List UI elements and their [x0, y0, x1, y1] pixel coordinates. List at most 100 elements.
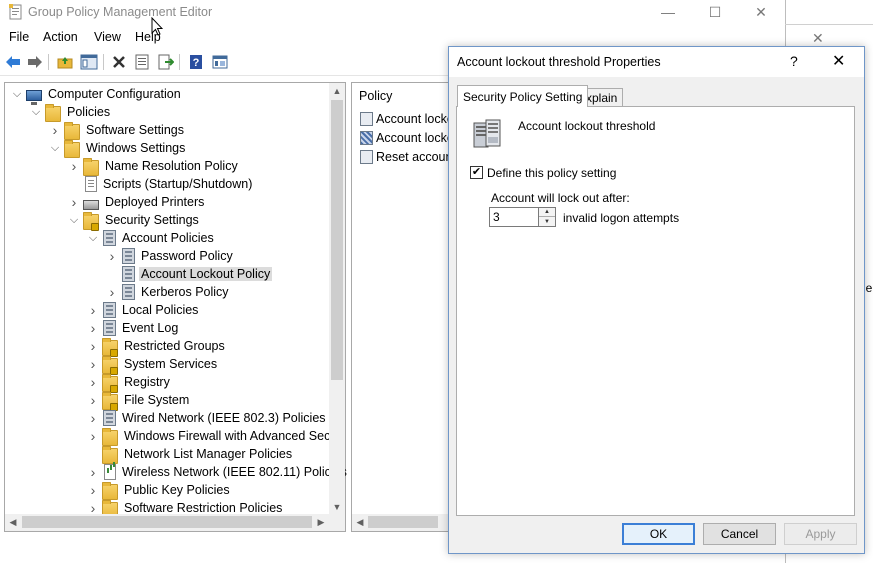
tree-item-label: Computer Configuration	[48, 87, 181, 101]
policy-icon	[103, 230, 116, 246]
collapsed-chevron-icon[interactable]: ›	[68, 193, 80, 211]
expanded-chevron-icon[interactable]: ⌵	[30, 103, 42, 121]
background-close-icon[interactable]: ✕	[812, 30, 824, 47]
lockout-threshold-input[interactable]	[489, 207, 539, 227]
tree-horizontal-scroll-thumb[interactable]	[22, 516, 312, 528]
ok-button[interactable]: OK	[622, 523, 695, 545]
tree-item[interactable]: › Windows Firewall with Advanced Secur	[87, 427, 343, 446]
tree-item-label: Scripts (Startup/Shutdown)	[103, 177, 253, 191]
collapsed-chevron-icon[interactable]: ›	[87, 319, 99, 337]
tree-item[interactable]: › Password Policy	[106, 247, 235, 265]
no-chevron-spacer	[87, 445, 99, 463]
tree-item[interactable]: › Restricted Groups	[87, 337, 227, 357]
properties-icon[interactable]	[132, 52, 152, 72]
spin-up-icon[interactable]: ▲	[539, 208, 555, 217]
tree-item[interactable]: › Local Policies	[87, 301, 200, 319]
define-policy-checkbox[interactable]: ✔	[470, 166, 483, 179]
define-policy-label[interactable]: Define this policy setting	[487, 166, 616, 180]
spin-down-icon[interactable]: ▼	[539, 217, 555, 226]
tree-vertical-scroll-thumb[interactable]	[331, 100, 343, 380]
tree-item[interactable]: Network List Manager Policies	[87, 445, 294, 464]
collapsed-chevron-icon[interactable]: ›	[106, 247, 118, 265]
collapsed-chevron-icon[interactable]: ›	[87, 355, 99, 373]
show-tree-icon[interactable]	[79, 52, 99, 72]
delete-icon[interactable]	[109, 52, 129, 72]
tree-item[interactable]: ⌵ Windows Settings	[49, 139, 187, 158]
tree-item[interactable]: › Registry	[87, 373, 172, 393]
tree-item[interactable]: › Software Settings	[49, 121, 186, 140]
tree-item[interactable]: ⌵ Security Settings	[68, 211, 201, 231]
maximize-button[interactable]: ☐	[692, 0, 738, 24]
back-icon[interactable]	[3, 52, 23, 72]
expanded-chevron-icon[interactable]: ⌵	[49, 139, 61, 157]
tree-item-label: Policies	[67, 105, 111, 119]
scroll-down-icon[interactable]: ▼	[329, 499, 345, 515]
menu-file[interactable]: File	[9, 30, 29, 44]
server-policy-icon	[473, 119, 501, 148]
menu-action[interactable]: Action	[43, 30, 78, 44]
collapsed-chevron-icon[interactable]: ›	[87, 463, 99, 481]
help-icon[interactable]: ?	[186, 52, 206, 72]
tree-item-selected[interactable]: Account Lockout Policy	[106, 265, 273, 283]
close-button[interactable]: ✕	[738, 0, 784, 24]
menu-view[interactable]: View	[94, 30, 121, 44]
folder-icon	[64, 140, 80, 158]
collapsed-chevron-icon[interactable]: ›	[87, 409, 99, 427]
tree-item[interactable]: ⌵ Policies	[30, 103, 112, 122]
collapsed-chevron-icon[interactable]: ›	[87, 481, 99, 499]
tree-item[interactable]: › Kerberos Policy	[106, 283, 231, 301]
tab-security-policy-setting[interactable]: Security Policy Setting	[457, 85, 589, 107]
export-icon[interactable]	[156, 52, 176, 72]
policy-icon	[122, 248, 135, 264]
list-item[interactable]: Reset account	[360, 148, 456, 166]
checkmark-icon: ✔	[471, 166, 482, 178]
dialog-close-button[interactable]: ✕	[832, 51, 845, 71]
tree-item[interactable]: › File System	[87, 391, 191, 411]
scroll-up-icon[interactable]: ▲	[329, 83, 345, 99]
collapsed-chevron-icon[interactable]: ›	[106, 283, 118, 301]
security-icon	[83, 212, 99, 231]
tree-item[interactable]: ⌵ Account Policies	[87, 229, 216, 247]
background-window-divider	[785, 24, 873, 25]
list-item-selected[interactable]: Account locko	[360, 129, 454, 147]
list-horizontal-scroll-thumb[interactable]	[368, 516, 438, 528]
svg-text:?: ?	[193, 57, 200, 69]
collapsed-chevron-icon[interactable]: ›	[87, 373, 99, 391]
collapsed-chevron-icon[interactable]: ›	[87, 301, 99, 319]
collapsed-chevron-icon[interactable]: ›	[87, 427, 99, 445]
view-icon[interactable]	[210, 52, 230, 72]
tree-item[interactable]: › Wired Network (IEEE 802.3) Policies	[87, 409, 328, 427]
apply-button[interactable]: Apply	[784, 523, 857, 545]
tree-item[interactable]: › Public Key Policies	[87, 481, 232, 500]
dialog-help-button[interactable]: ?	[790, 53, 798, 69]
collapsed-chevron-icon[interactable]: ›	[68, 157, 80, 175]
list-item[interactable]: Account locko	[360, 110, 454, 128]
tree-item[interactable]: › Deployed Printers	[68, 193, 206, 211]
scroll-right-icon[interactable]: ▶	[313, 514, 329, 530]
scroll-left-icon[interactable]: ◀	[352, 514, 368, 530]
tree-item[interactable]: › System Services	[87, 355, 219, 375]
cancel-button[interactable]: Cancel	[703, 523, 776, 545]
minimize-button[interactable]: —	[645, 0, 691, 24]
up-folder-icon[interactable]	[55, 52, 75, 72]
expanded-chevron-icon[interactable]: ⌵	[87, 229, 99, 247]
tree-item[interactable]: ⌵ Computer Configuration	[11, 85, 183, 105]
no-chevron-spacer	[68, 175, 80, 193]
tree-item[interactable]: › Event Log	[87, 319, 180, 337]
tree-item[interactable]: › Name Resolution Policy	[68, 157, 240, 176]
policy-item-icon	[360, 131, 373, 145]
collapsed-chevron-icon[interactable]: ›	[49, 121, 61, 139]
collapsed-chevron-icon[interactable]: ›	[87, 337, 99, 355]
collapsed-chevron-icon[interactable]: ›	[87, 391, 99, 409]
lockout-threshold-spinner[interactable]: ▲ ▼	[539, 207, 556, 227]
policy-icon	[122, 284, 135, 300]
expanded-chevron-icon[interactable]: ⌵	[11, 85, 23, 103]
expanded-chevron-icon[interactable]: ⌵	[68, 211, 80, 229]
tree-item[interactable]: › Wireless Network (IEEE 802.11) Policies	[87, 463, 349, 481]
forward-icon[interactable]	[25, 52, 45, 72]
tree-item-label: Event Log	[122, 321, 179, 335]
scroll-left-icon[interactable]: ◀	[5, 514, 21, 530]
window-title: Group Policy Management Editor	[28, 5, 213, 19]
list-column-header-policy[interactable]: Policy	[359, 89, 392, 103]
tree-item[interactable]: Scripts (Startup/Shutdown)	[68, 175, 254, 193]
